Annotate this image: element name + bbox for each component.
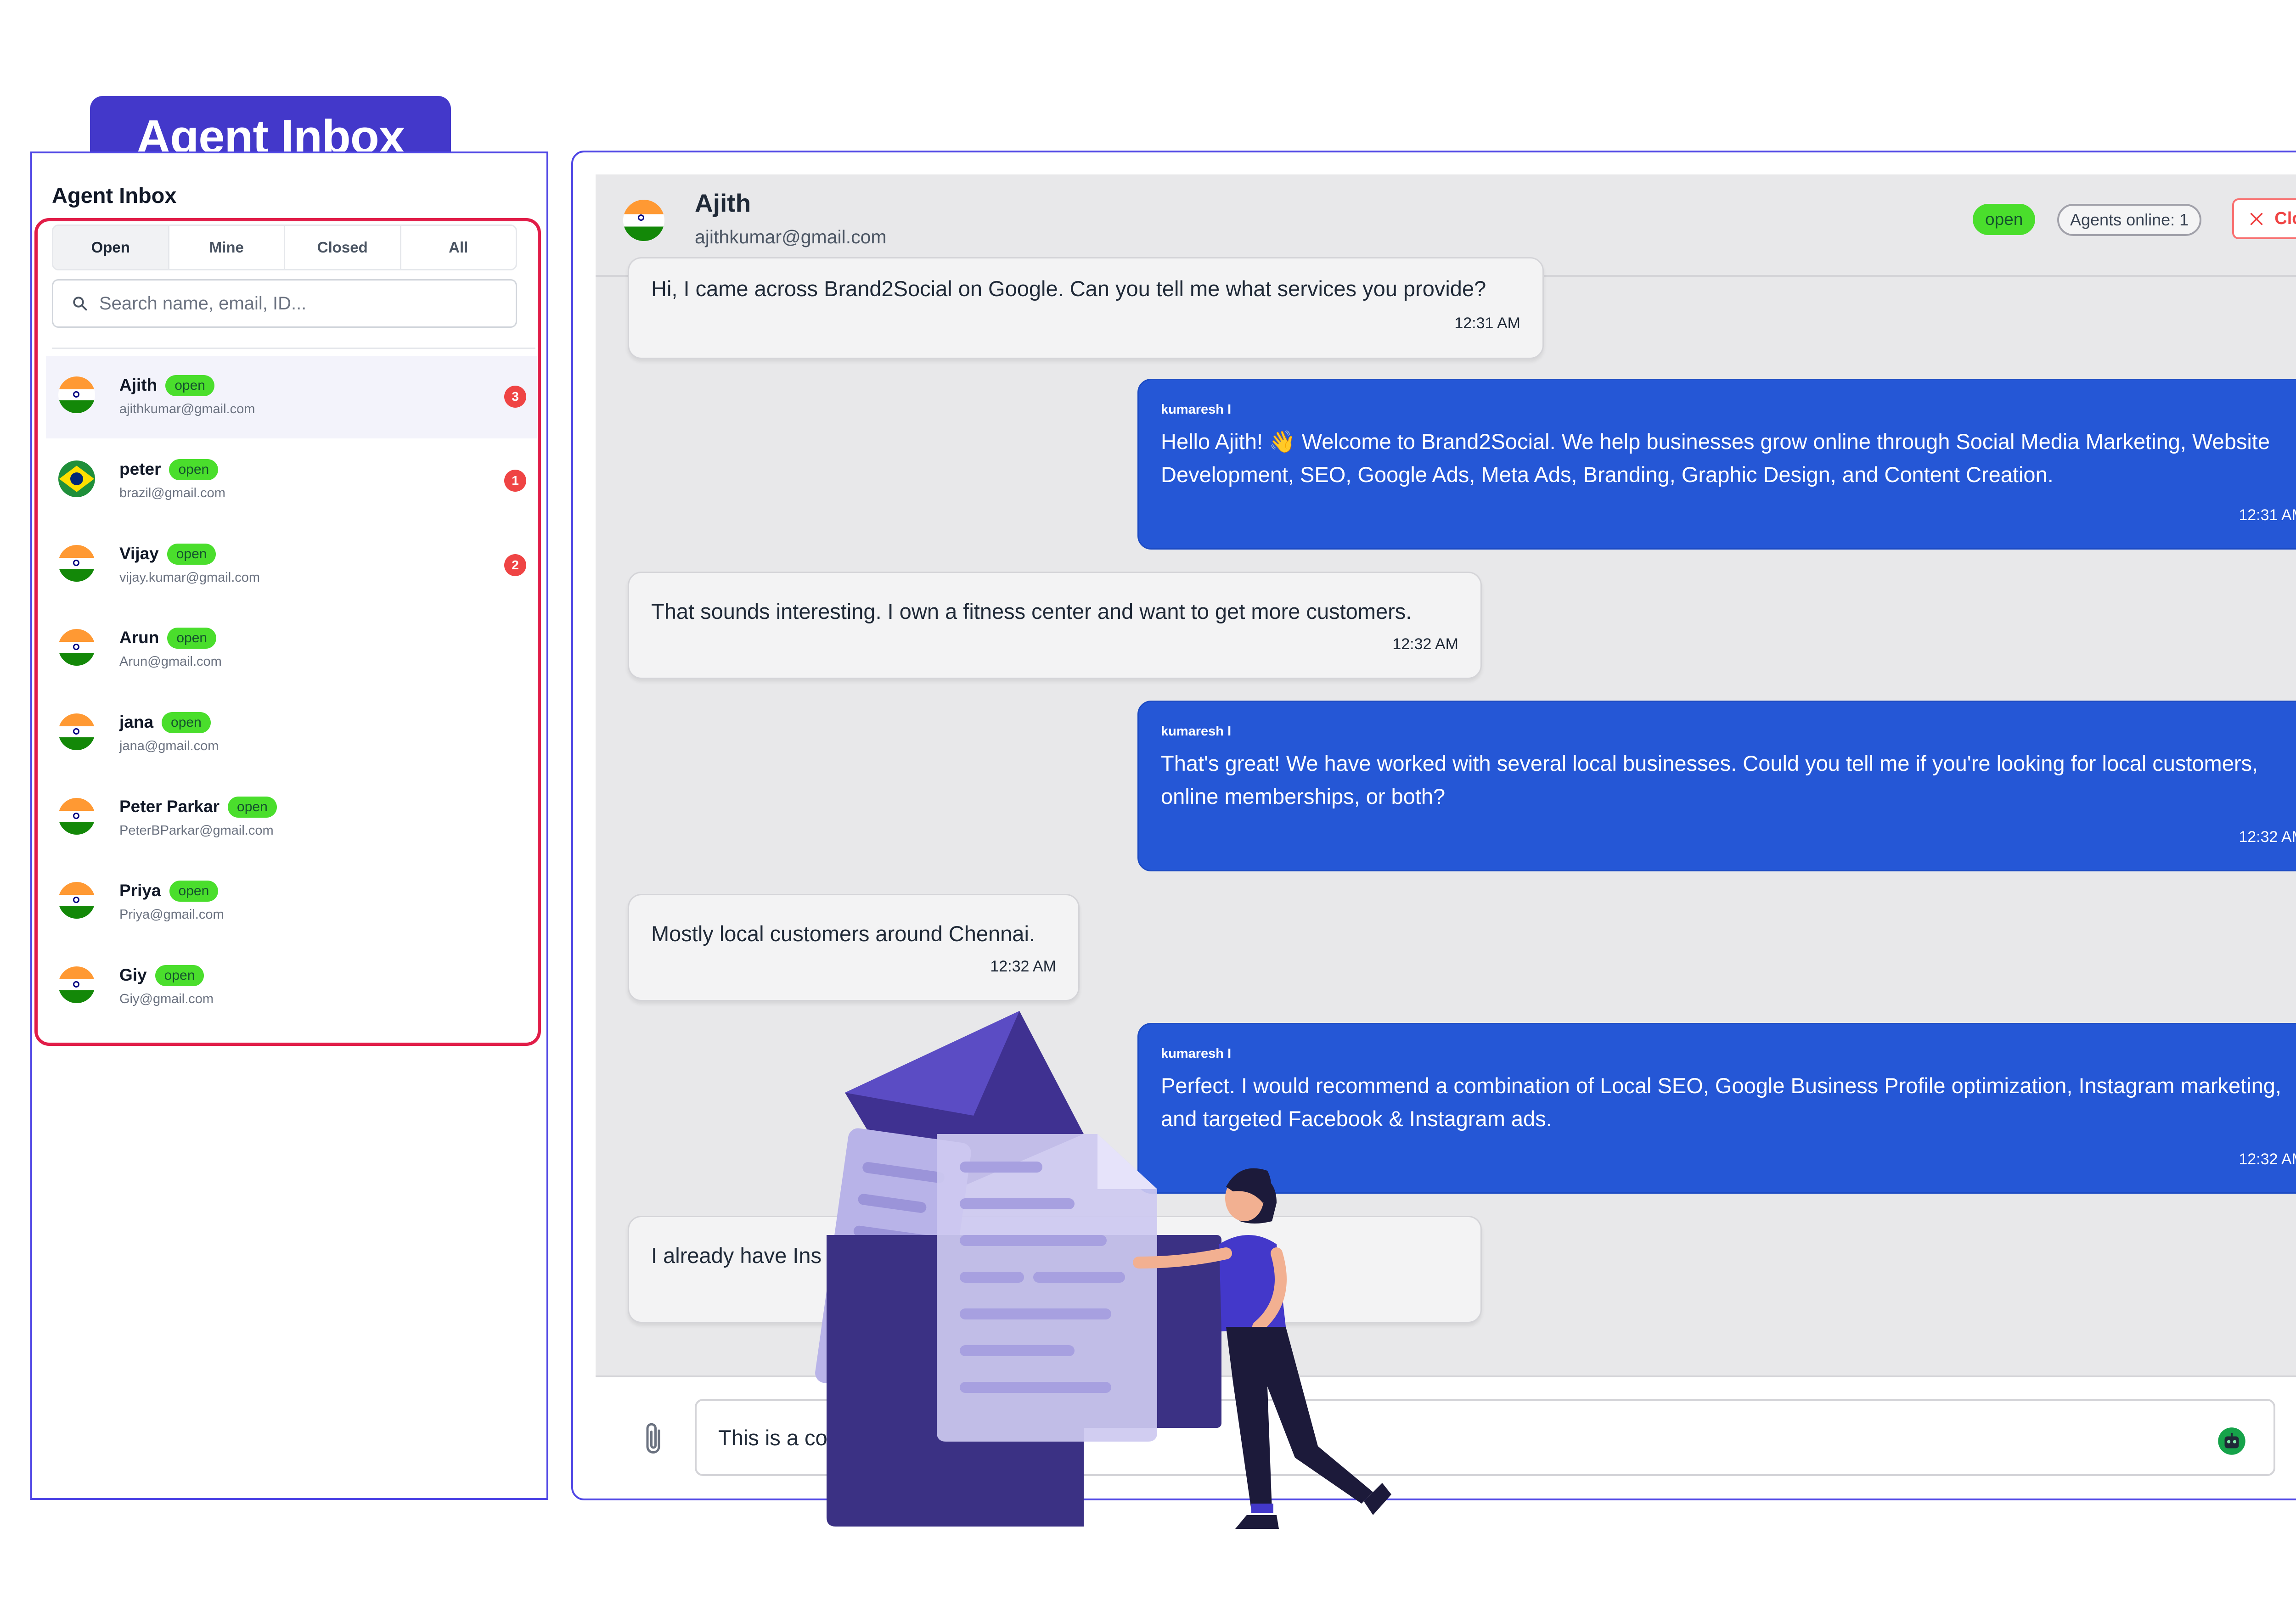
chat-contact-name: Ajith [695,189,751,217]
conversation-status-badge: open [1973,204,2036,235]
india-flag-icon [58,882,95,919]
message-time: 12:32 AM [990,958,1056,975]
status-badge: open [165,375,214,396]
status-badge: open [169,459,219,480]
message-bubble-outgoing: kumaresh I That's great! We have worked … [1137,701,2296,871]
india-flag-icon [58,798,95,835]
message-time: 12:32 AM [1392,635,1458,653]
contact-email: ajithkumar@gmail.com [119,402,255,416]
contact-name: Peter Parkar [119,797,220,816]
paperclip-icon[interactable] [641,1421,668,1458]
india-flag-icon [58,629,95,666]
unread-count-badge: 2 [504,554,526,576]
india-flag-icon [623,200,664,241]
india-flag-icon [58,376,95,413]
message-text: That's great! We have worked with severa… [1161,751,2258,808]
contact-email: Giy@gmail.com [119,992,214,1006]
contact-name: Arun [119,628,159,647]
contact-name-row: Arun open [119,628,217,649]
contact-email: vijay.kumar@gmail.com [119,570,260,585]
robot-icon[interactable] [2217,1427,2246,1455]
contact-name-row: peter open [119,459,219,480]
contact-email: Arun@gmail.com [119,654,222,669]
inbox-tabs: Open Mine Closed All [52,225,517,270]
message-time: 12:32 AM [2239,828,2296,846]
message-time: 12:31 AM [1454,314,1520,332]
status-badge: open [155,965,204,986]
contact-item-priya[interactable]: Priya open Priya@gmail.com [46,861,537,944]
status-badge: open [167,628,217,649]
contact-item-peter[interactable]: peter open brazil@gmail.com 1 [46,440,537,522]
message-sender: kumaresh I [1161,402,1232,417]
document-icon [937,1134,1157,1442]
contact-email: jana@gmail.com [119,739,219,753]
tab-open[interactable]: Open [53,226,169,269]
close-conversation-button[interactable]: Close [2232,198,2296,239]
unread-count-badge: 1 [504,470,526,492]
search-box [52,279,517,328]
contact-item-peter-parkar[interactable]: Peter Parkar open PeterBParkar@gmail.com [46,777,537,860]
status-badge: open [228,797,277,818]
contact-name-row: Vijay open [119,544,216,565]
contact-name: Ajith [119,376,158,394]
message-text: Hi, I came across Brand2Social on Google… [651,276,1486,301]
contact-name: jana [119,713,154,731]
contact-name-row: Priya open [119,881,219,902]
message-bubble-incoming: Hi, I came across Brand2Social on Google… [628,257,1544,359]
contact-name-row: Giy open [119,965,204,986]
status-badge: open [162,712,211,733]
india-flag-icon [58,545,95,582]
contact-name: Vijay [119,544,159,563]
tab-all[interactable]: All [401,226,516,269]
contact-email: Priya@gmail.com [119,907,224,922]
contact-email: PeterBParkar@gmail.com [119,823,274,838]
message-text: Hello Ajith! 👋 Welcome to Brand2Social. … [1161,429,2270,487]
contact-name-row: Ajith open [119,375,214,396]
contact-item-jana[interactable]: jana open jana@gmail.com [46,693,537,775]
contact-name: Priya [119,881,161,900]
message-sender: kumaresh I [1161,724,1232,739]
inbox-illustration [815,1011,1391,1529]
chat-contact-email: ajithkumar@gmail.com [695,226,887,247]
search-icon [73,297,87,311]
message-bubble-outgoing: kumaresh I Hello Ajith! 👋 Welcome to Bra… [1137,379,2296,550]
contact-email: brazil@gmail.com [119,486,225,500]
contact-name: Giy [119,965,147,984]
message-time: 12:32 AM [2239,1151,2296,1168]
close-icon [2251,213,2263,225]
contact-item-giy[interactable]: Giy open Giy@gmail.com [46,946,537,1028]
contact-item-vijay[interactable]: Vijay open vijay.kumar@gmail.com 2 [46,524,537,607]
contact-name: peter [119,460,161,478]
unread-count-badge: 3 [504,386,526,408]
message-bubble-incoming: That sounds interesting. I own a fitness… [628,572,1482,679]
status-badge: open [169,881,219,902]
search-input[interactable] [98,292,516,314]
message-bubble-incoming: Mostly local customers around Chennai. 1… [628,894,1080,1001]
message-text: I already have Ins [651,1243,822,1268]
india-flag-icon [58,966,95,1003]
contact-name-row: jana open [119,712,211,733]
list-divider [52,348,535,349]
tab-closed[interactable]: Closed [285,226,401,269]
message-text: Mostly local customers around Chennai. [651,921,1035,946]
agents-online-badge: Agents online: 1 [2057,204,2202,236]
contact-item-arun[interactable]: Arun open Arun@gmail.com [46,608,537,691]
status-badge: open [167,544,216,565]
contact-name-row: Peter Parkar open [119,797,277,818]
message-time: 12:31 AM [2239,506,2296,524]
close-label: Close [2274,209,2296,228]
message-text: That sounds interesting. I own a fitness… [651,599,1412,623]
brazil-flag-icon [58,460,95,497]
contact-item-ajith[interactable]: Ajith open ajithkumar@gmail.com 3 [46,356,537,438]
india-flag-icon [58,713,95,750]
inbox-title: Agent Inbox [52,183,177,208]
tab-mine[interactable]: Mine [169,226,285,269]
